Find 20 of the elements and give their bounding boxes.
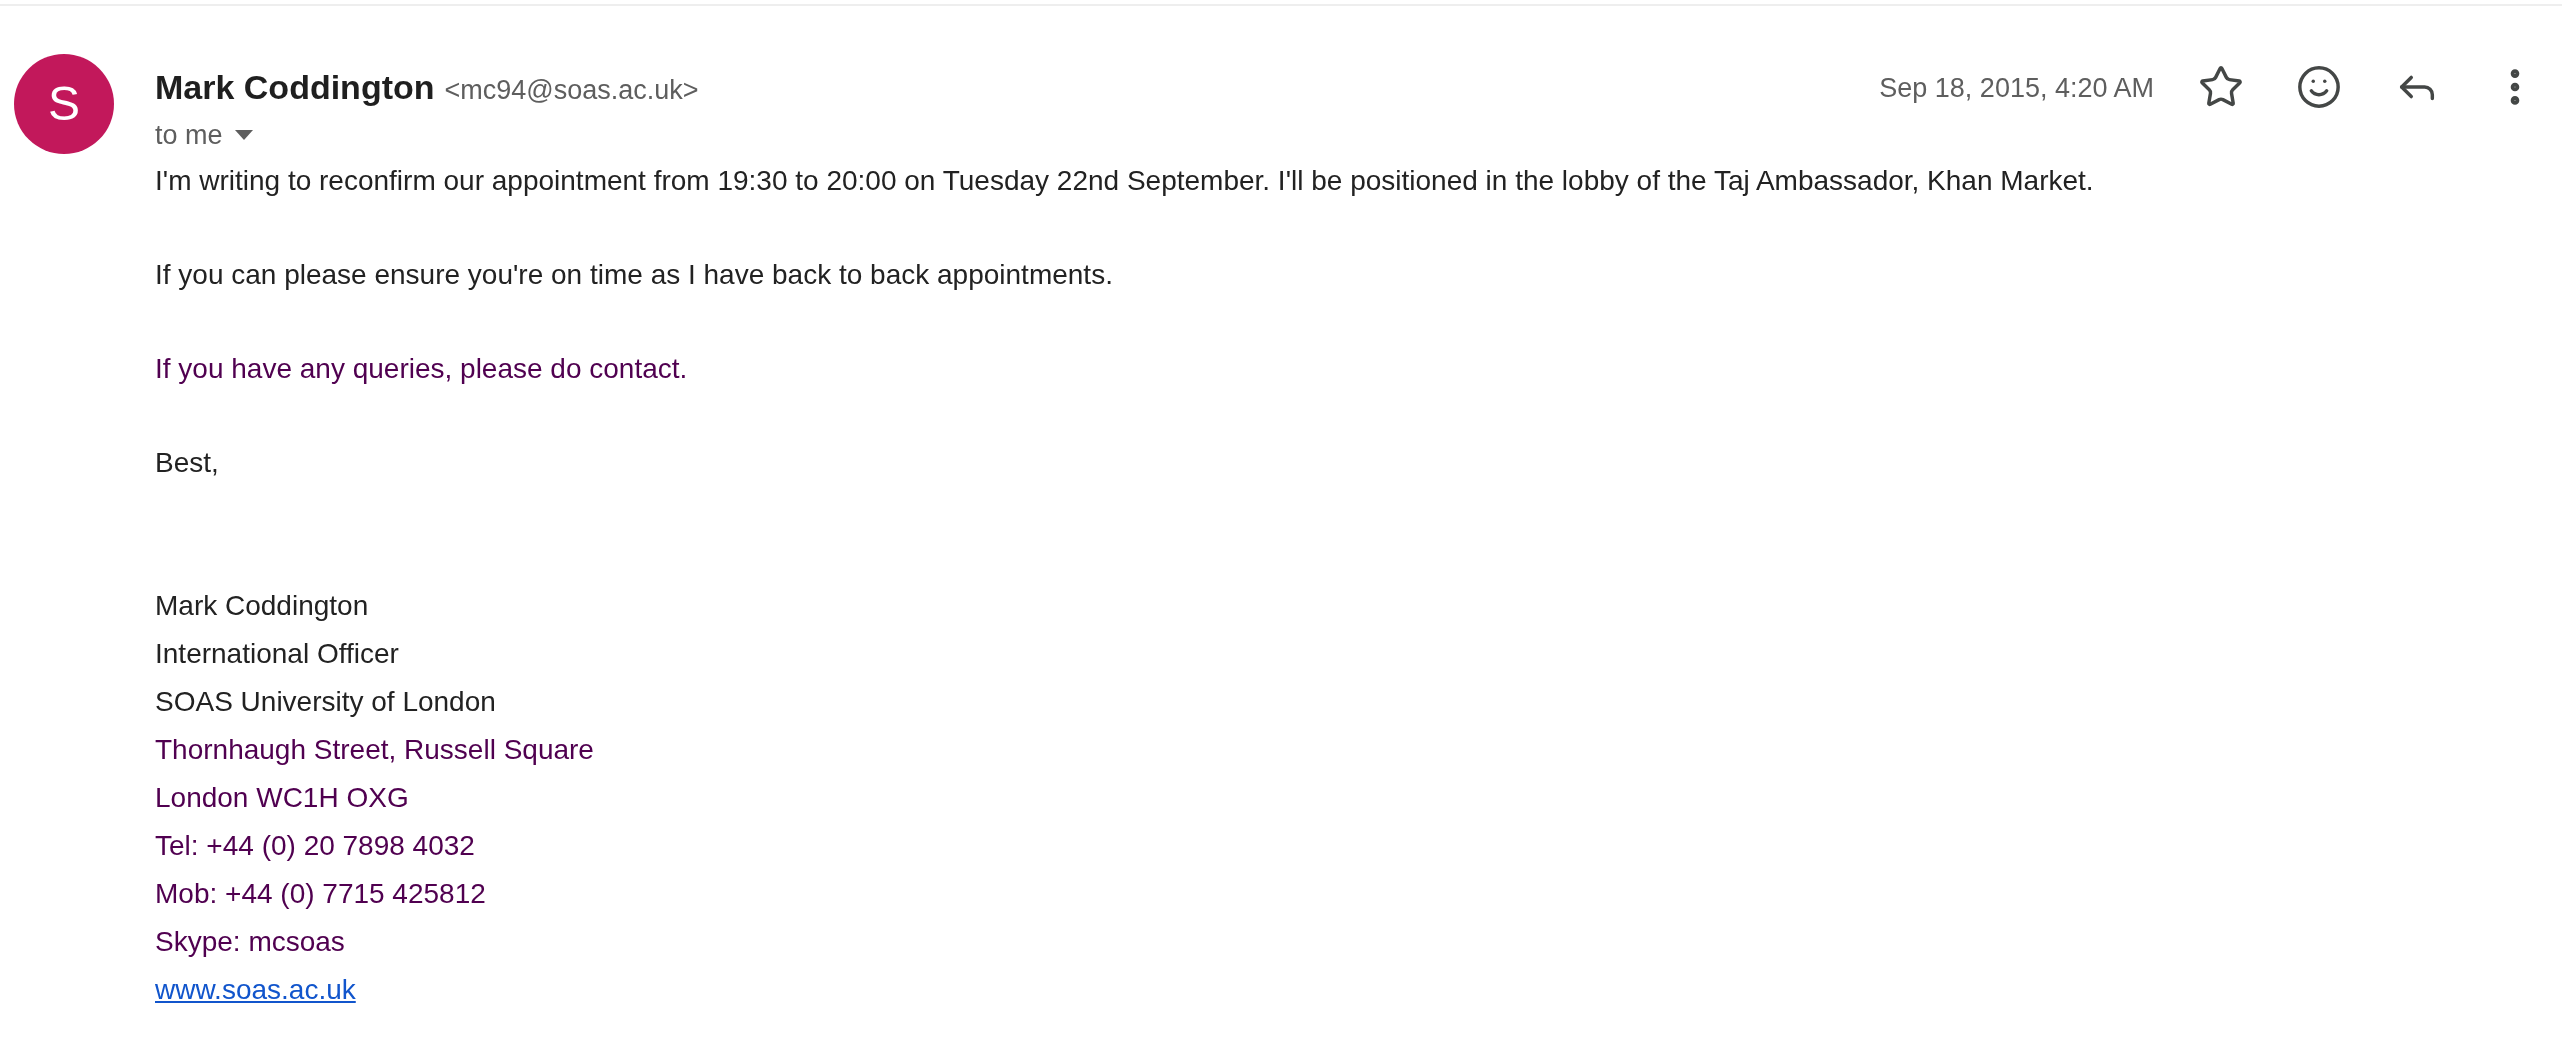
signature-line: International Officer bbox=[155, 636, 399, 671]
signature-line: Thornhaugh Street, Russell Square bbox=[155, 732, 594, 767]
recipient-dropdown[interactable]: to me bbox=[155, 115, 253, 156]
sender-name: Mark Coddington bbox=[155, 67, 435, 108]
website-link[interactable]: www.soas.ac.uk bbox=[155, 965, 356, 1014]
signature-line: Tel: +44 (0) 20 7898 4032 bbox=[155, 828, 475, 863]
avatar: S bbox=[14, 54, 114, 154]
sender-email: <mc94@soas.ac.uk> bbox=[444, 74, 699, 107]
caret-icon bbox=[234, 130, 253, 141]
signature-line: London WC1H OXG bbox=[155, 780, 409, 815]
body-paragraph: If you can please ensure you're on time as I have back to back appointments. bbox=[155, 257, 1114, 292]
body-paragraph: Best, bbox=[155, 445, 220, 480]
body-paragraph: If you have any queries, please do contact. bbox=[155, 351, 689, 386]
body-paragraph: I'm writing to reconfirm our appointment from 19:30 to 20:00 on Tuesday 22nd September. I'll be positioned in the lobby of the Taj Ambassador, Khan Market. bbox=[155, 163, 2095, 198]
emoji-icon[interactable] bbox=[2296, 64, 2342, 110]
signature-line: Skype: mcsoas bbox=[155, 924, 345, 959]
signature-line: Mark Coddington bbox=[155, 588, 369, 623]
signature-line: SOAS University of London bbox=[155, 684, 496, 719]
signature-line: Mob: +44 (0) 7715 425812 bbox=[155, 876, 486, 911]
email-date: Sep 18, 2015, 4:20 AM bbox=[1879, 72, 2154, 105]
